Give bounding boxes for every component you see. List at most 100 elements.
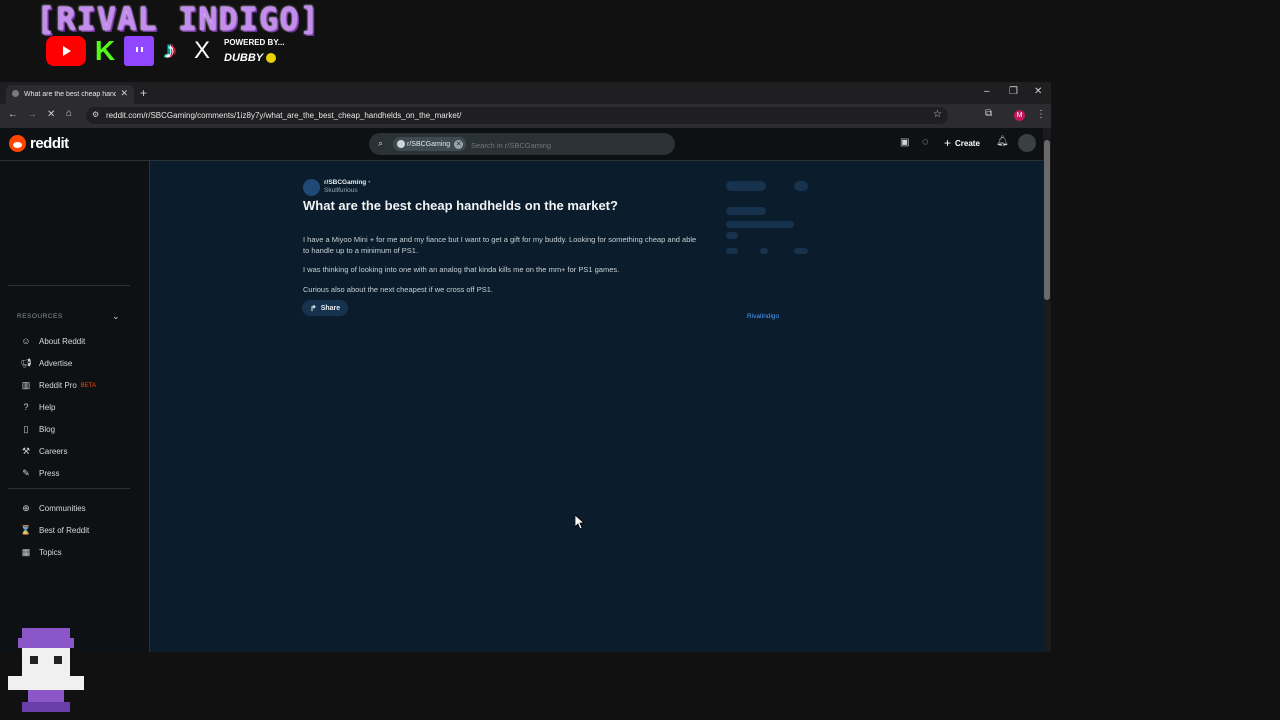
sidebar-item-label: Help [39,402,56,412]
sidebar-item-label: Blog [39,425,56,434]
megaphone-icon: 📢︎ [20,358,32,368]
home-icon[interactable]: ⌂ [66,108,72,119]
loading-skeleton [726,221,794,228]
powered-by-label: POWERED BY... [224,38,285,47]
notifications-icon[interactable]: 🔔︎ [996,136,1009,147]
chevron-down-icon: ⌄ [111,311,120,321]
tab-close-icon[interactable]: ✕ [120,88,128,99]
loading-skeleton [726,232,738,239]
reddit-wordmark: reddit [30,135,69,152]
sidebar-item-label: Communities [39,504,86,513]
sidebar-item-about-reddit[interactable]: ☺ About Reddit [20,336,85,346]
loading-skeleton [726,207,766,215]
sidebar-item-best-of-reddit[interactable]: ⌛ Best of Reddit [20,525,89,536]
loading-skeleton [726,181,766,191]
tiktok-icon: ♪ [164,37,176,64]
sponsor-logo-text: DUBBY [224,52,263,64]
reddit-header: reddit ⌕ r/SBCGaming ✕ ▣ ◌ + Create 🔔︎ [0,128,1043,161]
sidebar-item-label: Best of Reddit [39,526,90,535]
reddit-logo[interactable]: reddit [9,135,69,152]
help-icon: ? [23,402,29,412]
restore-icon[interactable]: ❐ [1009,86,1018,97]
x-icon: X [193,37,210,64]
forward-icon[interactable]: → [27,109,37,120]
tab-favicon-icon [12,90,19,97]
sidebar-item-label: About Reddit [39,336,86,346]
chat-icon[interactable]: ◌ [922,136,929,148]
reddit-snoo-icon [9,135,26,152]
sidebar-item-reddit-pro[interactable]: ▥ Reddit Pro BETA [20,380,96,391]
communities-icon: ⊕ [22,503,30,513]
create-label: Create [955,138,980,148]
user-avatar[interactable] [1018,134,1036,152]
sidebar-item-blog[interactable]: ▯ Blog [20,424,56,435]
twitch-icon [124,36,154,66]
close-window-icon[interactable]: ✕ [1034,86,1042,97]
tab-bar: What are the best cheap handheld ✕ + – ❐… [0,82,1051,104]
address-toolbar: ← → ✕ ⌂ ⚙ reddit.com/r/SBCGaming/comment… [0,104,1051,128]
scrollbar-thumb[interactable] [1044,140,1050,300]
sidebar-item-advertise[interactable]: 📢︎ Advertise [20,358,72,369]
page-scrollbar[interactable] [1043,128,1051,652]
search-icon: ⌕ [378,138,384,148]
tab-title: What are the best cheap handheld [24,91,116,98]
browser-window: What are the best cheap handheld ✕ + – ❐… [0,82,1051,652]
sidebar-item-label: Careers [39,447,68,456]
sidebar-item-label: Press [39,469,60,478]
sidebar-item-label: Topics [39,548,62,557]
author-link[interactable]: Skullfurious [324,187,358,194]
minimize-icon[interactable]: – [984,86,990,97]
extensions-icon[interactable]: ⧉ [985,108,992,119]
book-icon: ▯ [23,424,29,434]
share-label: Share [320,304,341,312]
back-icon[interactable]: ← [8,109,18,120]
subreddit-link[interactable]: r/SBCGaming [324,179,366,186]
sidebar-item-help[interactable]: ? Help [20,402,55,412]
sidebar-username-link[interactable]: RivalIndigo [747,313,779,320]
chip-remove-icon[interactable]: ✕ [454,140,464,149]
browser-tab[interactable]: What are the best cheap handheld ✕ [6,85,134,104]
site-info-icon[interactable]: ⚙ [92,110,99,119]
resources-section-header[interactable]: RESOURCES ⌄ [17,311,120,321]
loading-skeleton [760,248,768,254]
subreddit-avatar[interactable] [303,179,320,196]
browser-menu-icon[interactable]: ⋮ [1036,109,1046,120]
advertise-icon[interactable]: ▣ [900,137,909,148]
new-tab-icon[interactable]: + [140,86,147,100]
smiley-icon [265,53,276,64]
url-text: reddit.com/r/SBCGaming/comments/1iz8y7y/… [106,111,462,120]
youtube-icon [46,36,86,66]
kick-icon: K [94,35,116,66]
search-input[interactable] [469,137,663,153]
search-bar[interactable]: ⌕ r/SBCGaming ✕ [369,133,675,155]
address-bar[interactable]: ⚙ reddit.com/r/SBCGaming/comments/1iz8y7… [86,107,948,124]
sidebar-item-careers[interactable]: ⚒ Careers [20,446,68,457]
sidebar-item-label: Reddit Pro [39,381,77,390]
plus-icon: + [944,136,952,150]
best-icon: ⌛ [20,525,32,535]
sponsor-logo: DUBBY [224,52,276,64]
subreddit-search-chip[interactable]: r/SBCGaming ✕ [393,137,467,151]
post-paragraph: I was thinking of looking into one with … [303,265,620,274]
stop-loading-icon[interactable]: ✕ [47,109,55,120]
post-meta: r/SBCGaming • Skullfurious [324,179,370,195]
create-button[interactable]: + Create [944,136,980,150]
subreddit-chip-icon [397,140,405,148]
share-button[interactable]: ↱ Share [302,300,349,316]
sidebar-divider [8,488,130,489]
topics-icon: ▦ [21,547,31,557]
bar-chart-icon: ▥ [21,380,31,390]
subreddit-chip-label: r/SBCGaming [407,140,451,148]
loading-skeleton [794,181,808,191]
wrench-icon: ⚒ [21,446,31,456]
sidebar-item-press[interactable]: ✎ Press [20,468,59,479]
meta-separator: • [368,179,371,186]
sidebar-item-topics[interactable]: ▦ Topics [20,547,62,558]
mouse-cursor-icon [574,514,586,535]
sidebar-item-communities[interactable]: ⊕ Communities [20,503,86,514]
post-paragraph: I have a Miyoo Mini + for me and my fian… [303,235,697,255]
resources-label: RESOURCES [17,313,63,320]
left-sidebar: RESOURCES ⌄ ☺ About Reddit 📢︎ Advertise ▥ R… [0,161,150,652]
profile-avatar[interactable]: M [1014,110,1025,121]
bookmark-star-icon[interactable]: ☆ [933,109,942,120]
